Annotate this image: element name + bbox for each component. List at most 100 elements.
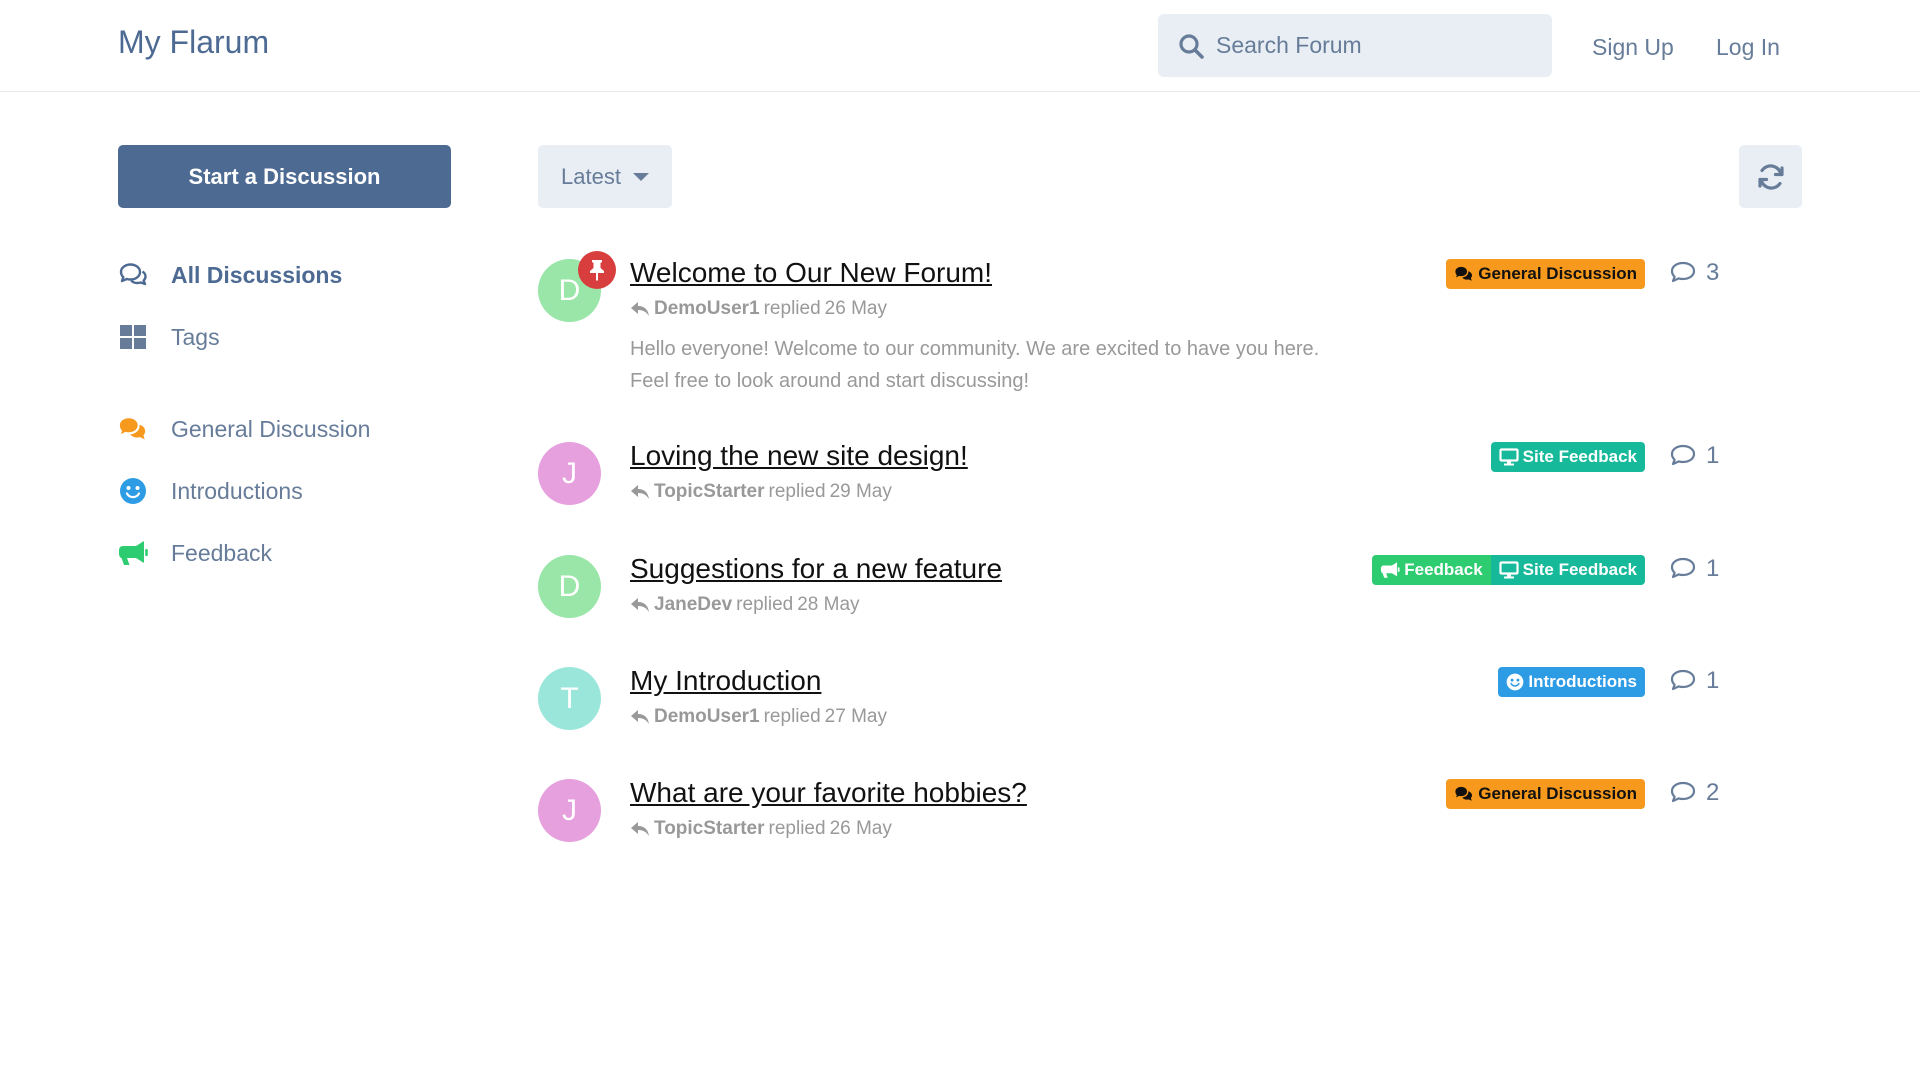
start-discussion-button[interactable]: Start a Discussion xyxy=(118,145,451,208)
tag-badge[interactable]: General Discussion xyxy=(1446,779,1645,809)
discussion-title[interactable]: Loving the new site design! xyxy=(630,440,968,472)
sort-dropdown-label: Latest xyxy=(561,163,621,189)
avatar[interactable]: T xyxy=(538,667,601,730)
nav-tags-label: Tags xyxy=(171,323,220,350)
discussion-item[interactable]: D Suggestions for a new feature JaneDev … xyxy=(538,553,1802,633)
comment-icon xyxy=(1670,781,1696,803)
discussion-action: replied xyxy=(736,594,794,615)
smile-icon xyxy=(1507,673,1524,691)
grid-icon xyxy=(118,322,148,352)
comment-icon xyxy=(1670,557,1696,579)
reply-icon xyxy=(631,822,649,836)
reply-count: 1 xyxy=(1670,555,1719,583)
refresh-button[interactable] xyxy=(1739,145,1802,208)
discussion-date: 26 May xyxy=(824,298,887,319)
nav-tag-introductions[interactable]: Introductions xyxy=(118,474,303,508)
avatar[interactable]: J xyxy=(538,442,601,505)
discussion-user[interactable]: TopicStarter xyxy=(654,818,765,840)
bullhorn-icon xyxy=(1381,562,1400,578)
discussion-action: replied xyxy=(763,298,821,319)
reply-count-value: 1 xyxy=(1706,667,1720,694)
reply-icon xyxy=(631,485,649,499)
tag-list: Site Feedback xyxy=(1490,442,1645,472)
tag-label: Introductions xyxy=(1528,672,1637,691)
nav-all-discussions-label: All Discussions xyxy=(171,261,343,288)
tag-badge[interactable]: Feedback xyxy=(1372,555,1491,585)
tag-badge[interactable]: General Discussion xyxy=(1446,259,1645,289)
reply-count: 3 xyxy=(1670,259,1719,287)
comments-icon xyxy=(1455,266,1473,281)
avatar[interactable]: D xyxy=(538,555,601,618)
tag-label: General Discussion xyxy=(1478,784,1637,803)
nav-all-discussions[interactable]: All Discussions xyxy=(118,258,342,292)
tag-label: Site Feedback xyxy=(1522,560,1637,579)
discussion-item[interactable]: D Welcome to Our New Forum! DemoUser1 re… xyxy=(538,251,1802,397)
tag-list: General Discussion xyxy=(1446,779,1645,809)
search-input[interactable] xyxy=(1216,14,1536,77)
discussion-user[interactable]: DemoUser1 xyxy=(654,706,760,728)
tag-list: Introductions xyxy=(1498,667,1645,697)
discussion-meta: DemoUser1 replied 27 May xyxy=(630,706,887,728)
discussion-meta: TopicStarter replied 29 May xyxy=(630,481,892,503)
desktop-icon xyxy=(1499,448,1519,466)
tag-list: Feedback Site Feedback xyxy=(1372,555,1645,585)
discussion-user[interactable]: DemoUser1 xyxy=(654,298,760,320)
discussion-title[interactable]: My Introduction xyxy=(630,665,821,697)
discussion-date: 29 May xyxy=(829,481,892,502)
reply-icon xyxy=(631,710,649,724)
discussion-date: 28 May xyxy=(797,594,860,615)
caret-down-icon xyxy=(632,172,649,181)
nav-tag-general-discussion-label: General Discussion xyxy=(171,415,371,442)
comments-icon xyxy=(1455,786,1473,801)
comments-icon xyxy=(118,414,148,444)
reply-count-value: 2 xyxy=(1706,779,1720,806)
comments-outline-icon xyxy=(118,260,148,290)
brand-logo[interactable]: My Flarum xyxy=(118,24,269,61)
reply-count: 2 xyxy=(1670,779,1719,807)
tag-list: General Discussion xyxy=(1446,259,1645,289)
reply-count: 1 xyxy=(1670,442,1719,470)
tag-badge[interactable]: Introductions xyxy=(1498,667,1645,697)
discussion-date: 26 May xyxy=(829,818,892,839)
nav-tag-general-discussion[interactable]: General Discussion xyxy=(118,412,370,446)
discussion-action: replied xyxy=(763,706,821,727)
comment-icon xyxy=(1670,669,1696,691)
login-link[interactable]: Log In xyxy=(1716,34,1780,61)
comment-icon xyxy=(1670,444,1696,466)
avatar[interactable]: J xyxy=(538,779,601,842)
reply-icon xyxy=(631,302,649,316)
desktop-icon xyxy=(1499,561,1519,579)
nav-tag-introductions-label: Introductions xyxy=(171,477,303,504)
reply-count-value: 1 xyxy=(1706,555,1720,582)
tag-label: Feedback xyxy=(1404,560,1483,579)
tag-label: Site Feedback xyxy=(1522,447,1637,466)
bullhorn-icon xyxy=(118,538,148,568)
tag-badge[interactable]: Site Feedback xyxy=(1490,555,1645,585)
tag-label: General Discussion xyxy=(1478,264,1637,283)
discussion-item[interactable]: J Loving the new site design! TopicStart… xyxy=(538,440,1802,520)
pin-icon xyxy=(578,251,616,289)
discussion-title[interactable]: What are your favorite hobbies? xyxy=(630,777,1027,809)
nav-tags[interactable]: Tags xyxy=(118,320,220,354)
tag-badge[interactable]: Site Feedback xyxy=(1490,442,1645,472)
sort-dropdown[interactable]: Latest xyxy=(538,145,672,208)
reply-count-value: 1 xyxy=(1706,442,1720,469)
discussion-item[interactable]: T My Introduction DemoUser1 replied 27 M… xyxy=(538,665,1802,745)
reply-icon xyxy=(631,598,649,612)
discussion-excerpt: Hello everyone! Welcome to our community… xyxy=(630,338,1320,392)
search-icon xyxy=(1179,34,1204,59)
search-box[interactable] xyxy=(1158,14,1552,77)
discussion-title[interactable]: Suggestions for a new feature xyxy=(630,553,1002,585)
discussion-user[interactable]: JaneDev xyxy=(654,594,732,616)
discussion-meta: JaneDev replied 28 May xyxy=(630,594,860,616)
site-header: My Flarum Sign Up Log In xyxy=(0,0,1920,92)
discussion-item[interactable]: J What are your favorite hobbies? TopicS… xyxy=(538,777,1802,857)
discussion-user[interactable]: TopicStarter xyxy=(654,481,765,503)
discussion-title[interactable]: Welcome to Our New Forum! xyxy=(630,257,992,289)
discussion-date: 27 May xyxy=(824,706,887,727)
nav-tag-feedback[interactable]: Feedback xyxy=(118,536,272,570)
discussion-meta: DemoUser1 replied 26 May xyxy=(630,298,887,320)
nav-tag-feedback-label: Feedback xyxy=(171,539,273,566)
signup-link[interactable]: Sign Up xyxy=(1592,34,1674,61)
discussion-action: replied xyxy=(768,818,826,839)
